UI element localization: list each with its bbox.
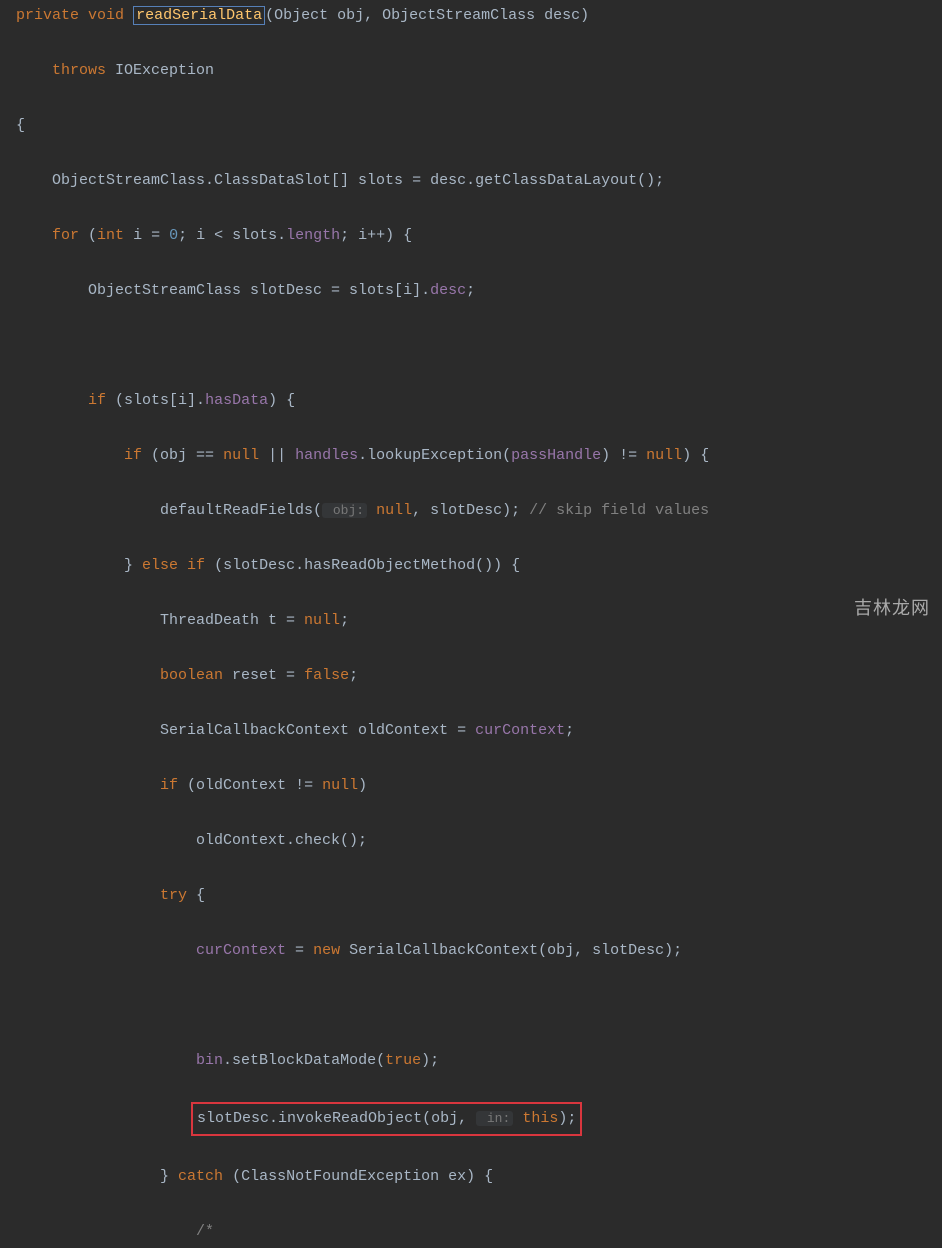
method-name-highlighted[interactable]: readSerialData — [133, 6, 265, 25]
param-hint-obj: obj: — [322, 503, 367, 518]
param-hint-in: in: — [476, 1111, 513, 1126]
keyword-new: new — [313, 942, 340, 959]
keyword-if: if — [88, 392, 106, 409]
slots-declaration: ObjectStreamClass.ClassDataSlot[] slots … — [16, 167, 942, 195]
keyword-catch: catch — [178, 1168, 223, 1185]
field-handles: handles — [295, 447, 358, 464]
keyword-private: private — [16, 7, 79, 24]
field-bin: bin — [196, 1052, 223, 1069]
field-length: length — [286, 227, 340, 244]
keyword-false: false — [304, 667, 349, 684]
type-ioexception: IOException — [115, 62, 214, 79]
field-passhandle: passHandle — [511, 447, 601, 464]
number-zero: 0 — [169, 227, 178, 244]
comment-skip: // skip field values — [529, 502, 709, 519]
comment-block-start: /* — [16, 1223, 214, 1240]
keyword-true: true — [385, 1052, 421, 1069]
highlighted-invoke-line[interactable]: slotDesc.invokeReadObject(obj, in: this)… — [191, 1102, 582, 1136]
code-editor[interactable]: private void readSerialData(Object obj, … — [16, 2, 942, 1246]
keyword-null: null — [223, 447, 259, 464]
oldcontext-check: oldContext.check(); — [16, 827, 942, 855]
keyword-elseif: else if — [142, 557, 205, 574]
method-params: (Object obj, ObjectStreamClass desc) — [265, 7, 589, 24]
keyword-void: void — [88, 7, 124, 24]
keyword-int: int — [97, 227, 124, 244]
keyword-for: for — [52, 227, 79, 244]
keyword-this: this — [522, 1110, 558, 1127]
keyword-boolean: boolean — [160, 667, 223, 684]
field-hasdata: hasData — [205, 392, 268, 409]
watermark: 吉林龙网 — [854, 595, 930, 623]
field-curcontext: curContext — [475, 722, 565, 739]
keyword-throws: throws — [52, 62, 106, 79]
field-desc: desc — [430, 282, 466, 299]
keyword-try: try — [160, 887, 187, 904]
brace-open: { — [16, 112, 942, 140]
